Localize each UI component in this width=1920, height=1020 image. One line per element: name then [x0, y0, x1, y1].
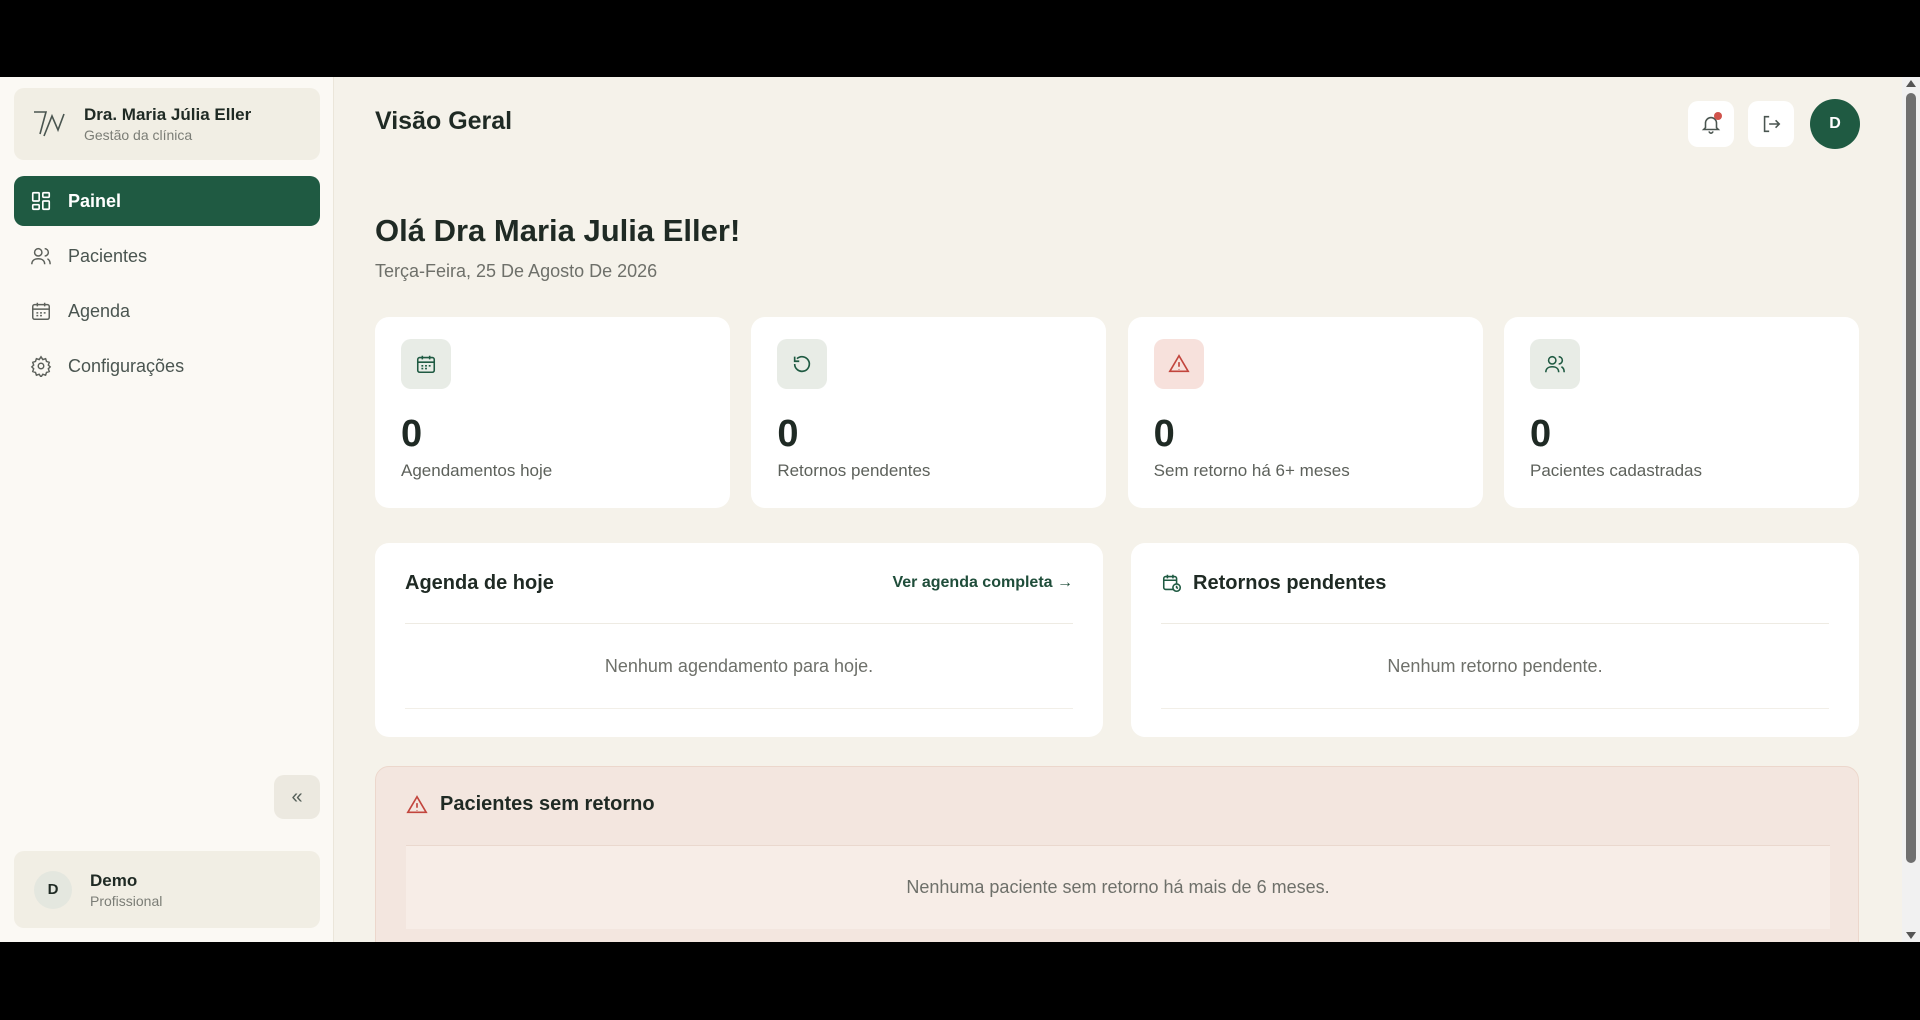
- panel-title: Pacientes sem retorno: [440, 793, 655, 815]
- dashboard-icon: [31, 191, 51, 211]
- panels-row: Agenda de hoje Ver agenda completa → Nen…: [375, 543, 1859, 737]
- logout-icon: [1763, 115, 1781, 133]
- scroll-down-arrow[interactable]: [1906, 932, 1916, 939]
- sidebar-item-painel[interactable]: Painel: [14, 176, 320, 226]
- sidebar-nav: Painel Pacientes Agenda Configurações: [14, 176, 320, 396]
- sidebar-item-label: Painel: [68, 190, 122, 211]
- stat-icon-box: [1153, 339, 1204, 389]
- stat-icon-box: [1529, 339, 1580, 389]
- stat-icon-box: [777, 339, 828, 389]
- brand-subtitle: Gestão da clínica: [84, 127, 193, 143]
- empty-state: Nenhuma paciente sem retorno há mais de …: [406, 845, 1830, 929]
- user-role: Profissional: [90, 892, 163, 909]
- sidebar-item-configuracoes[interactable]: Configurações: [14, 341, 320, 391]
- scroll-thumb[interactable]: [1906, 93, 1916, 863]
- stat-value: 0: [1153, 413, 1175, 455]
- scroll-up-arrow[interactable]: [1906, 80, 1916, 87]
- stat-card-sem-retorno[interactable]: 0 Sem retorno há 6+ meses: [1127, 317, 1483, 508]
- view-full-agenda-link[interactable]: Ver agenda completa →: [892, 574, 1073, 592]
- stats-row: 0 Agendamentos hoje 0 Retornos pendentes: [375, 317, 1859, 508]
- notification-dot: [1714, 112, 1722, 120]
- agenda-panel: Agenda de hoje Ver agenda completa → Nen…: [375, 543, 1103, 737]
- user-avatar[interactable]: D: [1810, 99, 1860, 149]
- letterbox-bottom: [0, 942, 1920, 1020]
- calendar-icon: [32, 302, 50, 320]
- panel-title-wrap: Pacientes sem retorno: [406, 793, 1828, 816]
- greeting: Olá Dra Maria Julia Eller!: [375, 213, 741, 248]
- empty-state: Nenhum retorno pendente.: [1161, 623, 1829, 709]
- stat-label: Pacientes cadastradas: [1529, 461, 1702, 480]
- retornos-panel: Retornos pendentes Nenhum retorno penden…: [1131, 543, 1859, 737]
- calendar-icon: [416, 355, 436, 374]
- sidebar-item-agenda[interactable]: Agenda: [14, 286, 320, 336]
- stat-value: 0: [1529, 413, 1552, 455]
- sem-retorno-panel: Pacientes sem retorno Nenhuma paciente s…: [375, 766, 1859, 942]
- stat-label: Agendamentos hoje: [401, 461, 553, 480]
- notifications-button[interactable]: [1688, 101, 1734, 147]
- brand-logo-icon: [34, 111, 65, 137]
- stat-icon-box: [401, 339, 451, 389]
- user-card[interactable]: D Demo Profissional: [14, 851, 320, 928]
- panel-title-wrap: Retornos pendentes: [1161, 572, 1386, 595]
- brand-name: Dra. Maria Júlia Eller: [84, 105, 252, 124]
- stat-card-agendamentos[interactable]: 0 Agendamentos hoje: [375, 317, 730, 508]
- current-date: Terça-Feira, 25 De Agosto De 2026: [375, 261, 658, 281]
- panel-title: Agenda de hoje: [405, 571, 554, 594]
- sidebar-item-label: Configurações: [68, 355, 185, 376]
- user-name: Demo: [90, 870, 138, 890]
- scrollbar[interactable]: [1902, 77, 1920, 942]
- stat-value: 0: [401, 413, 423, 455]
- app-window: Dra. Maria Júlia Eller Gestão da clínica…: [0, 77, 1920, 942]
- users-icon: [31, 247, 51, 265]
- sidebar: Dra. Maria Júlia Eller Gestão da clínica…: [0, 77, 334, 942]
- gear-icon: [30, 355, 52, 377]
- sidebar-item-label: Agenda: [68, 300, 131, 321]
- panel-title: Retornos pendentes: [1193, 571, 1387, 594]
- letterbox-top: [0, 0, 1920, 77]
- warning-icon: [406, 794, 428, 813]
- refresh-icon: [794, 355, 811, 373]
- collapse-sidebar-button[interactable]: «: [274, 775, 320, 819]
- calendar-clock-icon: [1162, 574, 1182, 593]
- users-icon: [1545, 355, 1565, 373]
- header-actions: D: [1688, 99, 1860, 149]
- warning-icon: [1168, 354, 1190, 373]
- stat-card-pacientes[interactable]: 0 Pacientes cadastradas: [1503, 317, 1859, 508]
- stat-card-retornos[interactable]: 0 Retornos pendentes: [751, 317, 1107, 508]
- main-content: Visão Geral D Olá Dra Maria Julia Eller!…: [334, 77, 1900, 942]
- avatar: D: [34, 870, 72, 909]
- stat-value: 0: [777, 413, 799, 455]
- brand-card: Dra. Maria Júlia Eller Gestão da clínica: [14, 88, 320, 160]
- logout-button[interactable]: [1748, 101, 1794, 147]
- page-title: Visão Geral: [375, 107, 513, 135]
- sidebar-item-pacientes[interactable]: Pacientes: [14, 231, 320, 281]
- sidebar-item-label: Pacientes: [68, 245, 148, 266]
- stat-label: Retornos pendentes: [777, 461, 931, 480]
- empty-state: Nenhum agendamento para hoje.: [405, 623, 1073, 709]
- stat-label: Sem retorno há 6+ meses: [1153, 461, 1350, 480]
